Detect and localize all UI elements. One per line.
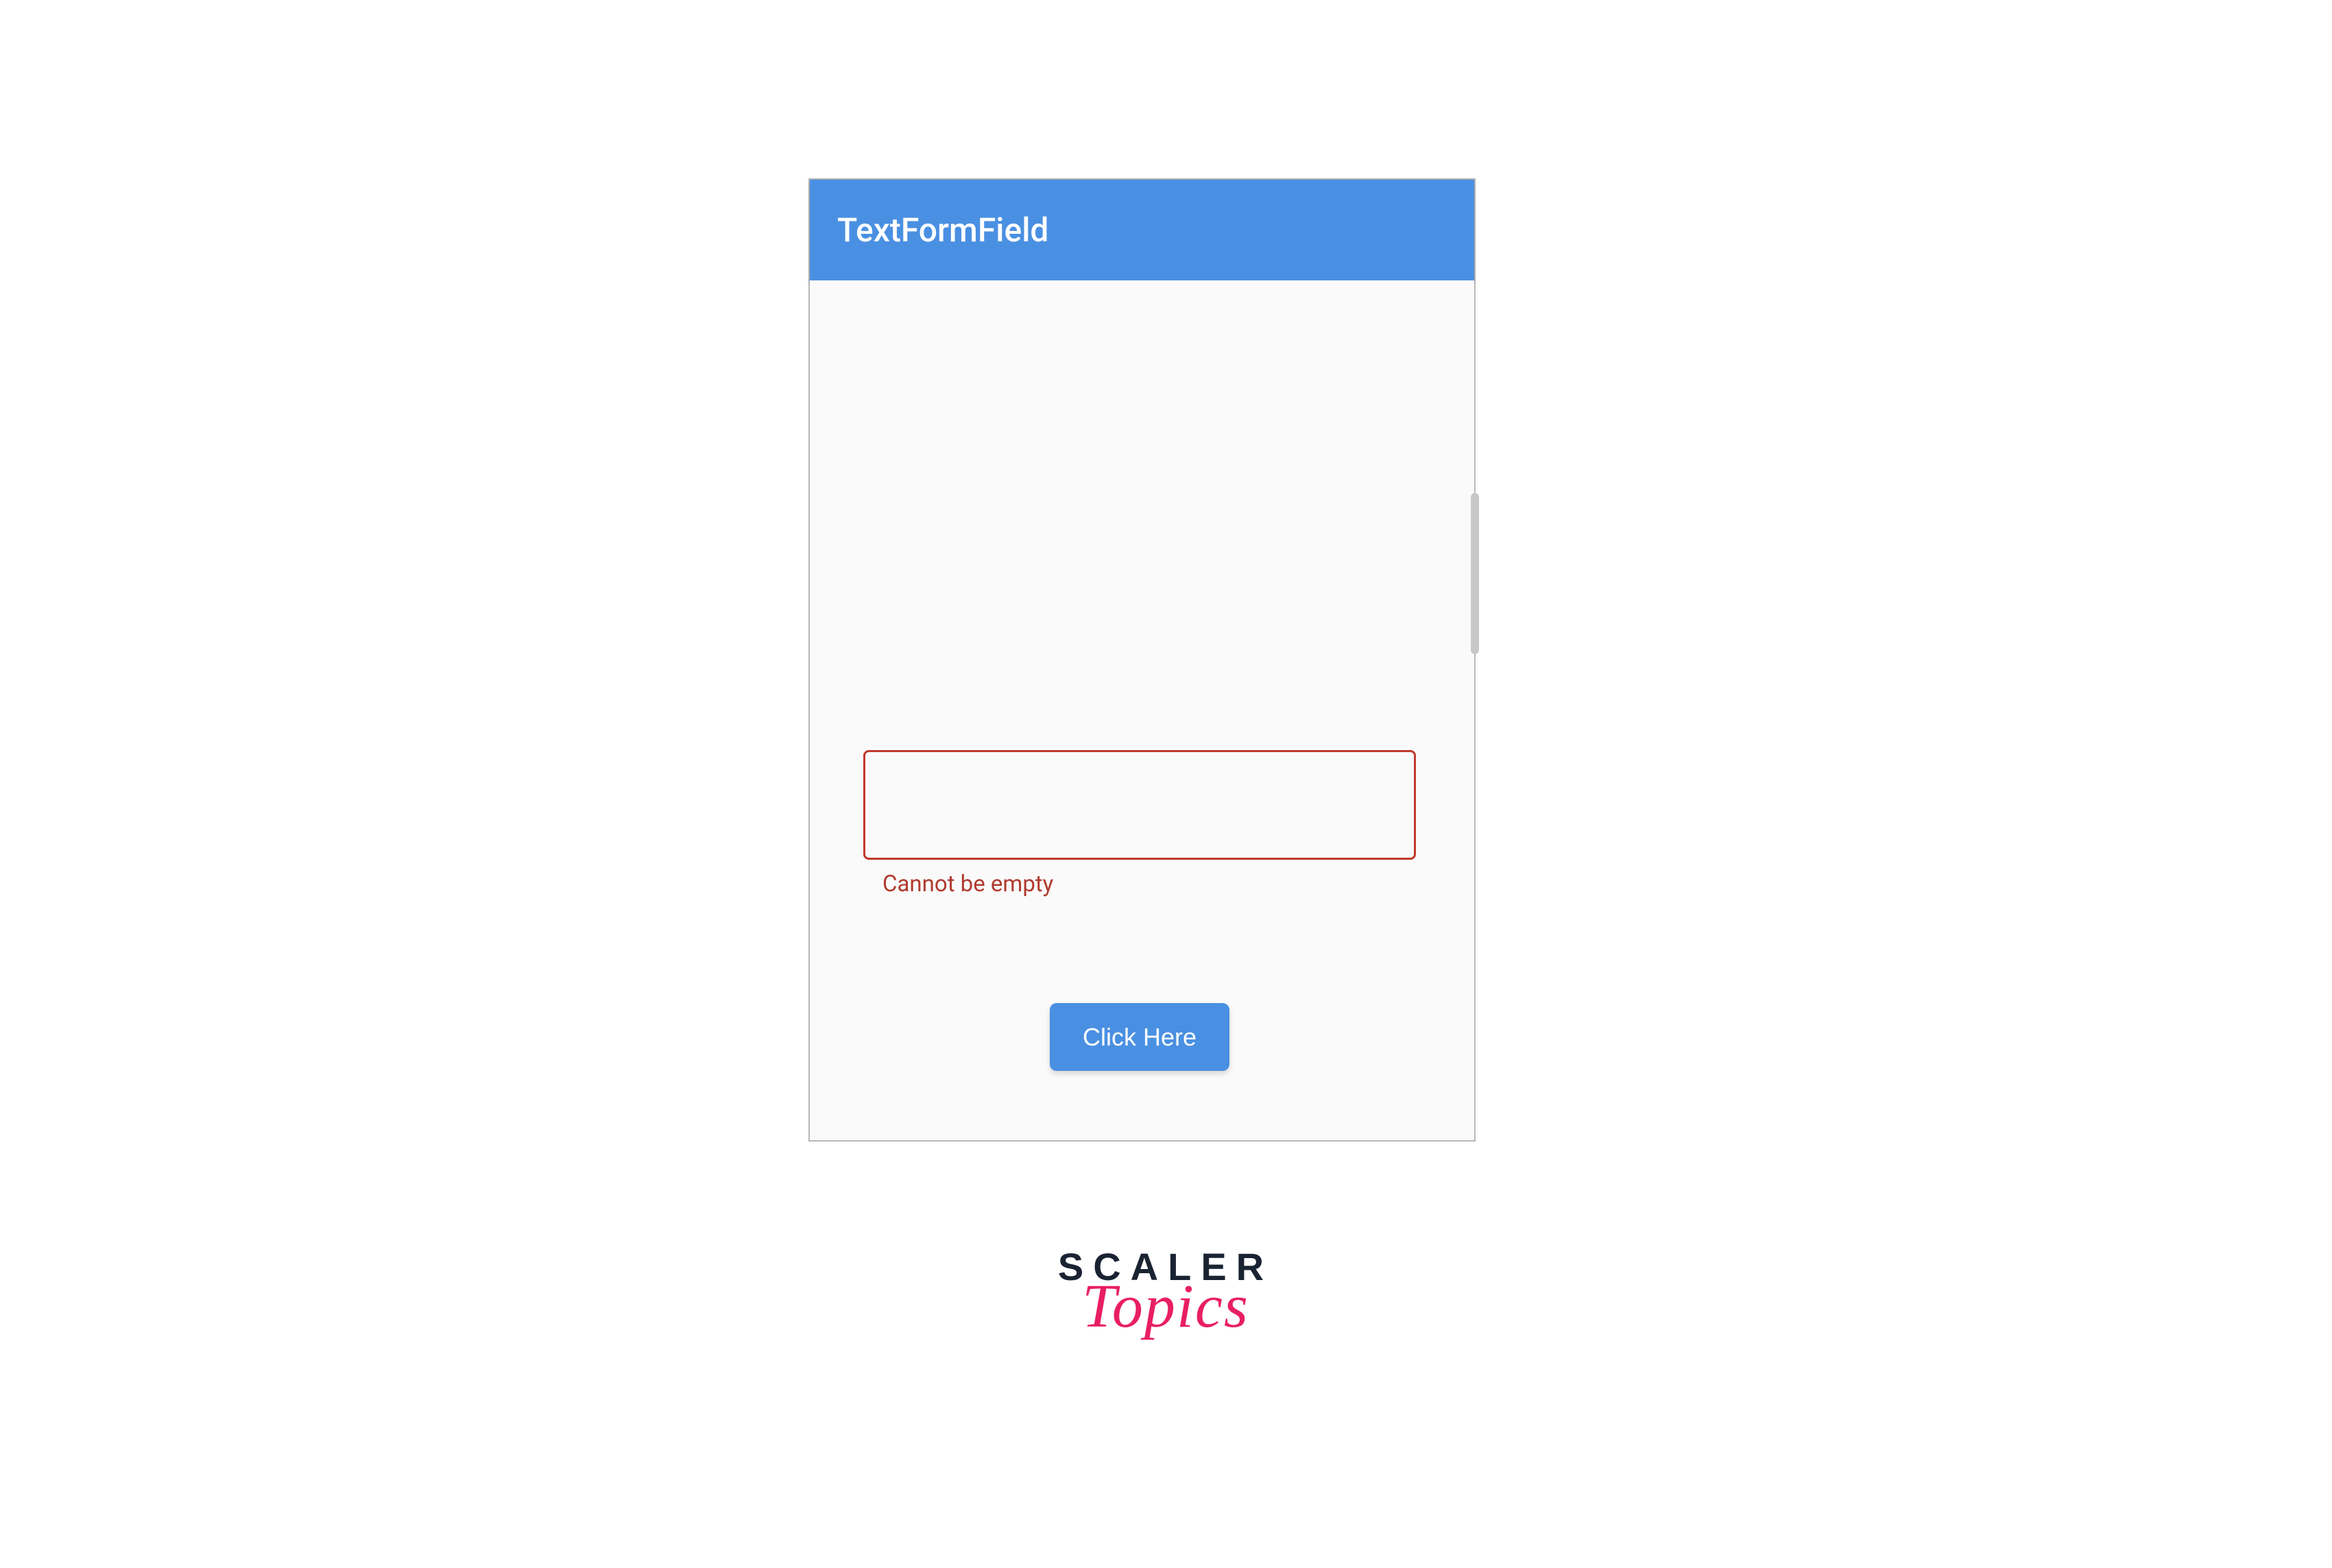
device-frame: TextFormField Cannot be empty Click Here <box>808 178 1476 1142</box>
brand-logo: SCALER Topics <box>1035 1248 1296 1334</box>
app-bar: TextFormField <box>810 180 1474 280</box>
brand-logo-line2: Topics <box>1035 1281 1296 1334</box>
click-here-button[interactable]: Click Here <box>1050 1003 1229 1071</box>
app-body: Cannot be empty Click Here <box>810 280 1474 1140</box>
validation-error-text: Cannot be empty <box>882 871 1416 897</box>
text-form-field: Cannot be empty <box>863 750 1416 897</box>
text-input[interactable] <box>863 750 1416 860</box>
app-bar-title: TextFormField <box>837 210 1048 250</box>
scrollbar-handle[interactable] <box>1471 493 1479 654</box>
